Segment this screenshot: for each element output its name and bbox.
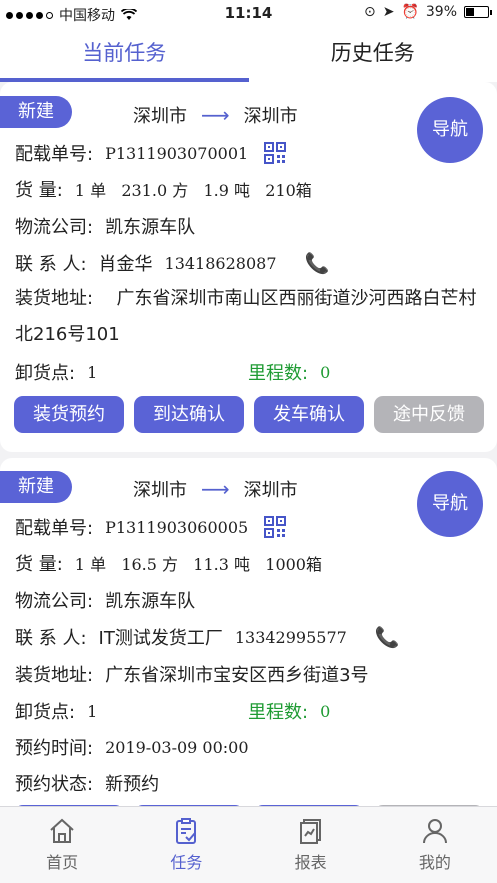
unload-value: 1	[87, 701, 98, 721]
bottom-tab-label: 报表	[294, 853, 327, 872]
order-label: 配载单号:	[15, 144, 94, 165]
contact-phone: 13418628087	[164, 253, 277, 273]
location-icon: ➤	[382, 4, 395, 20]
contact-label: 联 系 人:	[15, 254, 87, 275]
address-row: 装货地址: 广东省深圳市宝安区西乡街道3号	[15, 661, 369, 687]
status-bar: 中国移动 11:14 ⊙ ➤ ⏰ 39%	[0, 0, 497, 26]
task-list[interactable]: 新建 深圳市 ⟶ 深圳市 导航 配载单号: P1311903070001 货 量…	[0, 82, 497, 806]
bottom-tab-label: 首页	[46, 853, 79, 872]
unload-label: 卸货点:	[15, 702, 76, 723]
contact-name: IT测试发货工厂	[98, 628, 223, 649]
route-to: 深圳市	[243, 106, 298, 127]
unload-label: 卸货点:	[15, 363, 76, 384]
status-badge: 新建	[0, 471, 72, 503]
arrival-confirm-button[interactable]: 到达确认	[134, 396, 244, 433]
appointment-time-row: 预约时间: 2019-03-09 00:00	[15, 734, 249, 760]
unload-row: 卸货点: 1	[15, 359, 97, 385]
qr-code-icon[interactable]	[264, 516, 287, 538]
order-row: 配载单号: P1311903060005	[15, 514, 287, 540]
appointment-time-label: 预约时间:	[15, 738, 94, 759]
tab-history-tasks[interactable]: 历史任务	[249, 26, 497, 82]
contact-name: 肖金华	[98, 254, 153, 275]
profile-icon	[422, 819, 447, 844]
order-row: 配载单号: P1311903070001	[15, 140, 287, 166]
bottom-tab-task[interactable]: 任务	[124, 807, 248, 883]
bottom-tab-report[interactable]: 报表	[249, 807, 373, 883]
task-icon	[176, 818, 197, 844]
company-row: 物流公司: 凯东源车队	[15, 587, 195, 613]
address-block: 装货地址: 广东省深圳市南山区西丽街道沙河西路白芒村北216号101	[15, 281, 485, 353]
status-right: ⊙ ➤ ⏰ 39%	[363, 4, 492, 20]
navigate-button[interactable]: 导航	[417, 471, 483, 537]
contact-row: 联 系 人: IT测试发货工厂 13342995577 📞	[15, 624, 400, 650]
mileage-row: 里程数: 0	[248, 359, 330, 385]
company-label: 物流公司:	[15, 591, 94, 612]
mileage-value: 0	[320, 701, 331, 721]
goods-value: 1 单 16.5 方 11.3 吨 1000箱	[74, 555, 322, 574]
departure-confirm-button[interactable]: 发车确认	[254, 396, 364, 433]
mileage-row: 里程数: 0	[248, 698, 330, 724]
bottom-tab-profile[interactable]: 我的	[373, 807, 497, 883]
route-to: 深圳市	[243, 480, 298, 501]
address-label: 装货地址:	[15, 288, 94, 309]
task-card: 新建 深圳市 ⟶ 深圳市 导航 配载单号: P1311903060005 货 量…	[0, 458, 497, 806]
appointment-status-label: 预约状态:	[15, 774, 94, 795]
arrow-right-icon: ⟶	[201, 477, 230, 501]
task-tabs: 当前任务 历史任务	[0, 26, 497, 82]
bottom-tab-home[interactable]: 首页	[0, 807, 124, 883]
bottom-tab-label: 任务	[170, 853, 203, 872]
qr-code-icon[interactable]	[264, 142, 287, 164]
phone-icon[interactable]: 📞	[305, 251, 330, 275]
company-value: 凯东源车队	[105, 217, 196, 238]
company-row: 物流公司: 凯东源车队	[15, 213, 195, 239]
route: 深圳市 ⟶ 深圳市	[133, 476, 298, 502]
order-number: P1311903070001	[105, 143, 249, 163]
contact-phone: 13342995577	[234, 627, 347, 647]
goods-value: 1 单 231.0 方 1.9 吨 210箱	[74, 181, 312, 200]
address-value: 广东省深圳市宝安区西乡街道3号	[105, 665, 369, 686]
tab-current-tasks[interactable]: 当前任务	[0, 26, 249, 82]
company-value: 凯东源车队	[105, 591, 196, 612]
goods-label: 货 量:	[15, 554, 63, 575]
goods-row: 货 量: 1 单 231.0 方 1.9 吨 210箱	[15, 176, 312, 202]
arrow-right-icon: ⟶	[201, 103, 230, 127]
navigate-button[interactable]: 导航	[417, 97, 483, 163]
appointment-time-value: 2019-03-09 00:00	[105, 737, 249, 757]
unload-value: 1	[87, 362, 98, 382]
unload-row: 卸货点: 1	[15, 698, 97, 724]
en-route-feedback-button[interactable]: 途中反馈	[374, 396, 484, 433]
home-icon	[50, 818, 74, 843]
contact-row: 联 系 人: 肖金华 13418628087 📞	[15, 250, 329, 276]
alarm-icon: ⏰	[401, 4, 419, 20]
goods-row: 货 量: 1 单 16.5 方 11.3 吨 1000箱	[15, 550, 322, 576]
company-label: 物流公司:	[15, 217, 94, 238]
load-appointment-button[interactable]: 装货预约	[14, 396, 124, 433]
route-from: 深圳市	[133, 106, 187, 127]
address-label: 装货地址:	[15, 665, 94, 686]
battery-percent: 39%	[425, 4, 457, 20]
route: 深圳市 ⟶ 深圳市	[133, 102, 298, 128]
report-icon	[299, 819, 321, 844]
appointment-status-row: 预约状态: 新预约	[15, 770, 159, 796]
contact-label: 联 系 人:	[15, 628, 87, 649]
order-number: P1311903060005	[105, 517, 249, 537]
mileage-value: 0	[320, 362, 331, 382]
action-buttons: 装货预约 到达确认 发车确认 途中反馈	[14, 396, 484, 433]
appointment-status-value: 新预约	[105, 774, 160, 795]
order-label: 配载单号:	[15, 518, 94, 539]
rotation-lock-icon: ⊙	[363, 4, 376, 20]
battery-icon	[464, 6, 492, 18]
bottom-tab-bar: 首页 任务 报表 我的	[0, 806, 497, 883]
status-badge: 新建	[0, 96, 72, 128]
mileage-label: 里程数:	[248, 363, 309, 384]
goods-label: 货 量:	[15, 180, 63, 201]
bottom-tab-label: 我的	[418, 853, 451, 872]
phone-icon[interactable]: 📞	[375, 625, 400, 649]
task-card: 新建 深圳市 ⟶ 深圳市 导航 配载单号: P1311903070001 货 量…	[0, 82, 497, 452]
mileage-label: 里程数:	[248, 702, 309, 723]
route-from: 深圳市	[133, 480, 187, 501]
